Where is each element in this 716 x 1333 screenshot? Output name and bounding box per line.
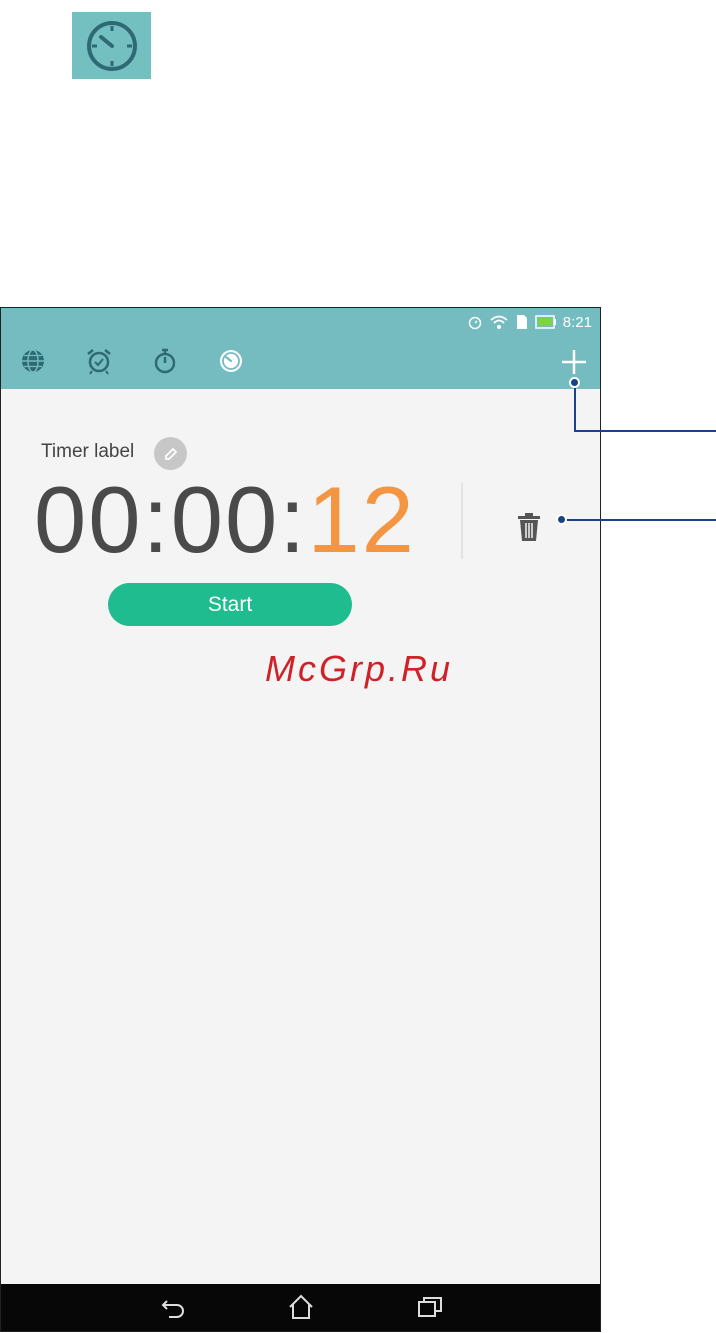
alarm-icon: [468, 316, 482, 330]
back-icon: [161, 1300, 184, 1318]
device-screen: 8:21 Timer label 00:00:12 Start McGrp.Ru: [0, 307, 601, 1332]
start-button[interactable]: Start: [108, 583, 352, 626]
sim-icon: [516, 315, 527, 329]
stopwatch-icon: [86, 20, 137, 71]
tab-world-clock[interactable]: [18, 346, 48, 376]
callout-line: [574, 430, 716, 432]
tab-stopwatch[interactable]: [150, 346, 180, 376]
back-button[interactable]: [159, 1292, 189, 1322]
world-clock-icon: [22, 349, 44, 373]
toolbar: 8:21: [1, 308, 600, 389]
trash-icon: [518, 513, 540, 541]
status-bar: 8:21: [467, 311, 592, 333]
alarm-clock-icon: [87, 349, 111, 375]
status-time: 8:21: [562, 313, 592, 331]
stopwatch-icon: [154, 348, 176, 374]
delete-timer-button[interactable]: [515, 511, 543, 543]
timer-separator: :: [142, 467, 171, 572]
battery-icon: [535, 315, 556, 329]
tab-timer[interactable]: [216, 346, 246, 376]
navigation-bar: [1, 1284, 600, 1331]
timer-label: Timer label: [41, 441, 135, 462]
recent-apps-icon: [418, 1297, 442, 1317]
callout-line: [562, 519, 716, 521]
edit-label-button[interactable]: [154, 437, 187, 470]
add-timer-button[interactable]: [559, 347, 589, 377]
plus-icon: [562, 350, 586, 374]
timer-seconds: 12: [307, 467, 416, 572]
home-button[interactable]: [286, 1292, 316, 1322]
app-icon: [72, 12, 151, 79]
recent-apps-button[interactable]: [415, 1292, 445, 1322]
callout-dot: [569, 377, 580, 388]
timer-minutes: 00: [170, 467, 280, 572]
timer-hours: 00: [34, 467, 143, 572]
callout-line: [574, 382, 576, 432]
timer-display: 00:00:12: [34, 473, 416, 567]
timer-icon: [220, 350, 242, 372]
watermark: McGrp.Ru: [265, 648, 454, 689]
callout-dot: [556, 514, 567, 525]
wifi-icon: [490, 315, 508, 329]
timer-separator: :: [279, 467, 308, 572]
divider: [461, 483, 463, 559]
home-icon: [289, 1294, 313, 1319]
pencil-icon: [164, 447, 177, 460]
tab-alarm[interactable]: [84, 346, 114, 376]
